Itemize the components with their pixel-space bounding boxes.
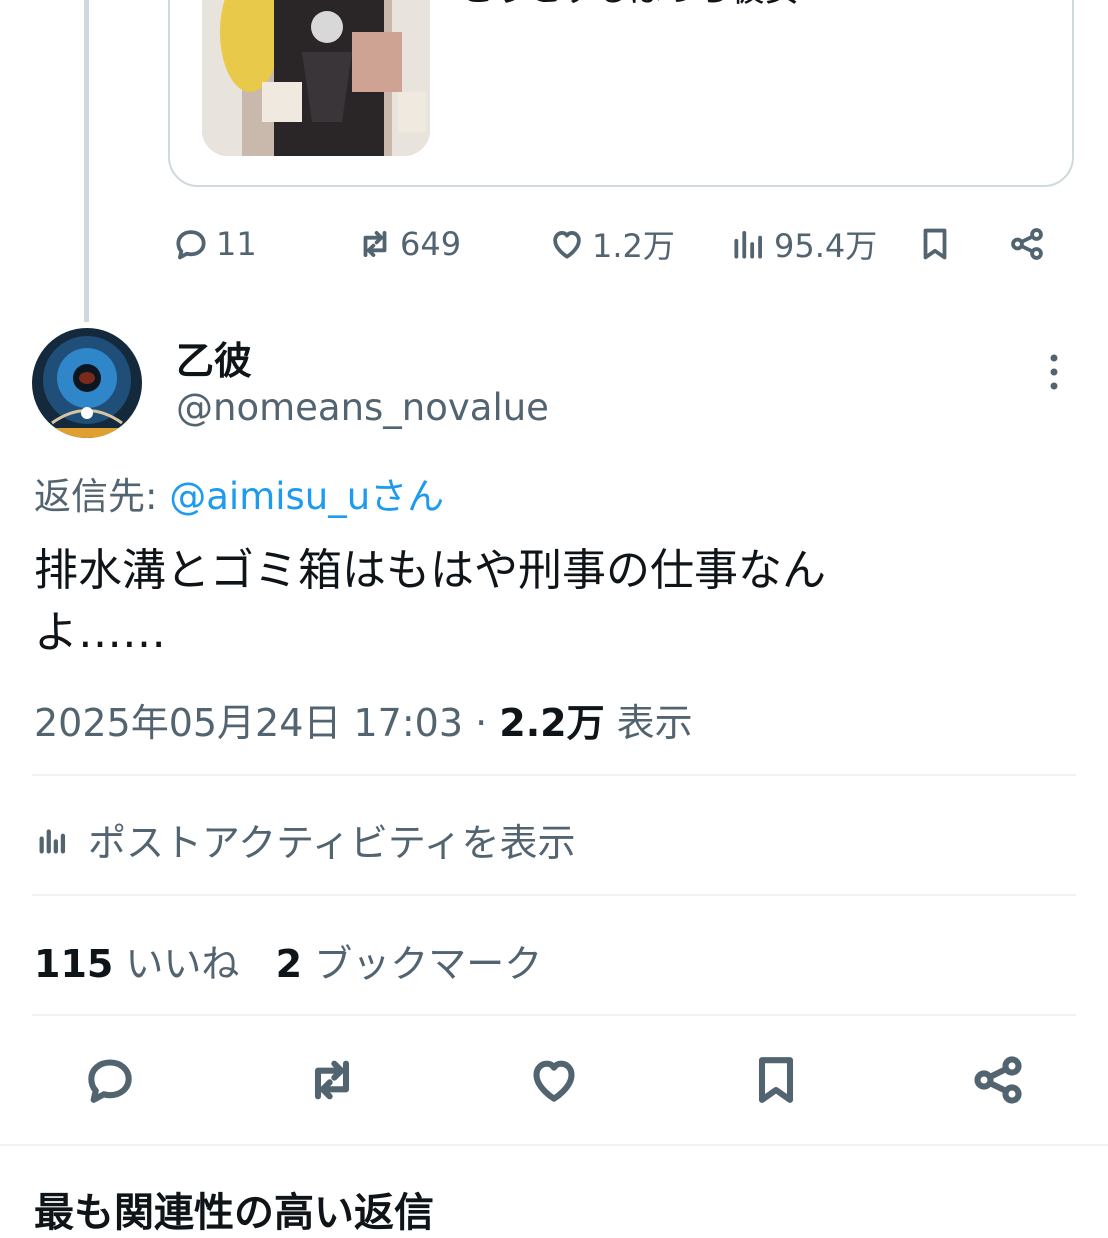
reply-icon: [88, 1059, 132, 1103]
divider: [32, 894, 1076, 896]
divider: [0, 1144, 1108, 1146]
section-heading: 最も関連性の高い返信: [34, 1190, 434, 1236]
post-meta: 2025年05月24日 17:03 · 2.2万 表示: [34, 692, 693, 747]
share-button[interactable]: [1008, 222, 1046, 266]
like-count: 1.2万: [592, 227, 675, 265]
post-text-line: 排水溝とゴミ箱はもはや刑事の仕事なん: [34, 545, 826, 596]
more-vertical-icon: [1050, 354, 1058, 390]
thread-connector-line: [84, 0, 89, 322]
quoted-post-card[interactable]: こうとするぼっち彼女: [168, 0, 1074, 187]
bookmarks-label[interactable]: ブックマーク: [302, 942, 542, 986]
post-activity-label: ポストアクティビティを表示: [88, 821, 576, 865]
reply-to-prefix: 返信先:: [34, 475, 170, 518]
repost-icon: [314, 1060, 350, 1100]
divider: [32, 1014, 1076, 1016]
repost-count: 649: [400, 225, 462, 263]
quoted-post-thumbnail[interactable]: [202, 0, 430, 156]
likes-count[interactable]: 115: [34, 942, 113, 986]
user-handle[interactable]: @nomeans_novalue: [176, 386, 549, 429]
analytics-icon: [39, 828, 66, 853]
likes-label[interactable]: いいね: [113, 942, 239, 986]
divider: [32, 774, 1076, 776]
share-button[interactable]: [970, 1052, 1026, 1108]
repost-button[interactable]: 649: [356, 222, 461, 266]
reply-count: 11: [216, 225, 257, 263]
reply-icon: [176, 230, 206, 260]
share-icon: [974, 1056, 1022, 1104]
view-count: 95.4万: [774, 227, 878, 265]
meta-separator: ·: [463, 701, 500, 745]
like-button[interactable]: [526, 1052, 582, 1108]
display-name[interactable]: 乙彼: [176, 330, 252, 385]
reply-button[interactable]: 11: [172, 222, 257, 266]
bookmarks-count[interactable]: 2: [276, 942, 302, 986]
avatar[interactable]: [32, 328, 142, 438]
bookmark-icon: [923, 228, 947, 260]
heart-icon: [553, 231, 581, 259]
bookmark-icon: [758, 1057, 794, 1103]
analytics-icon: [734, 231, 762, 259]
bookmark-button[interactable]: [748, 1052, 804, 1108]
view-label: 表示: [604, 701, 693, 745]
repost-icon: [363, 231, 387, 257]
reply-to-line: 返信先: @aimisu_uさん: [34, 466, 444, 520]
reply-to-mention[interactable]: @aimisu_uさん: [169, 475, 444, 518]
views-button[interactable]: 95.4万: [730, 222, 877, 266]
repost-button[interactable]: [304, 1052, 360, 1108]
timestamp[interactable]: 2025年05月24日 17:03: [34, 701, 463, 745]
bookmark-button[interactable]: [916, 222, 954, 266]
post-text-line: よ……: [34, 607, 166, 658]
more-options-button[interactable]: [1040, 352, 1068, 396]
engagement-stats: 115 いいね 2 ブックマーク: [34, 933, 542, 988]
view-count-total: 2.2万: [499, 701, 605, 745]
reply-button[interactable]: [82, 1052, 138, 1108]
post-activity-link[interactable]: ポストアクティビティを表示: [36, 812, 576, 867]
post-text: 排水溝とゴミ箱はもはや刑事の仕事なん よ……: [34, 540, 1034, 664]
quoted-post-text: こうとするぼっち彼女: [460, 0, 799, 10]
like-button[interactable]: 1.2万: [548, 222, 675, 266]
heart-icon: [533, 1060, 575, 1102]
share-icon: [1011, 228, 1043, 260]
